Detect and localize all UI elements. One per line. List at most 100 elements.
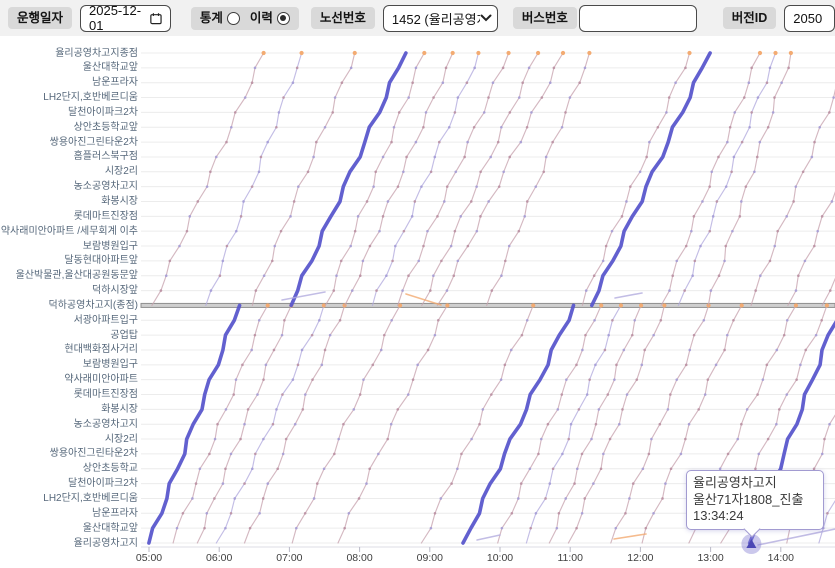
stop-event-dot [329, 334, 332, 337]
stop-event-dot [792, 200, 795, 203]
stop-event-dot [206, 185, 209, 188]
stop-event-dot [487, 96, 490, 99]
stop-event-dot [736, 438, 739, 441]
stop-event-dot [255, 289, 258, 292]
stop-event-dot [273, 349, 276, 352]
trip-line[interactable] [437, 53, 563, 305]
stop-event-dot [609, 438, 612, 441]
trip-end-dot [599, 303, 603, 307]
trip-line[interactable] [708, 53, 791, 305]
toolbar: 운행일자 2025-12-01 통계 이력 노선번호 1452 (율리공영차고지… [0, 0, 835, 36]
stop-event-dot [266, 141, 269, 144]
trip-line-selected-bus[interactable] [291, 53, 406, 305]
stop-event-dot [510, 349, 513, 352]
stop-event-dot [282, 453, 285, 456]
stop-event-dot [383, 334, 386, 337]
stop-event-dot [263, 274, 266, 277]
stop-event-dot [693, 215, 696, 218]
stop-event-dot [479, 215, 482, 218]
stop-event-dot [576, 467, 579, 470]
stop-event-dot [266, 482, 269, 485]
stop-event-dot [304, 512, 307, 515]
trip-end-dot [789, 51, 793, 55]
trip-line[interactable] [345, 53, 453, 305]
stop-event-dot [475, 185, 478, 188]
stop-event-dot [592, 482, 595, 485]
stop-event-dot [732, 319, 735, 322]
stop-event-dot [811, 156, 814, 159]
stop-event-dot [232, 393, 235, 396]
stop-event-dot [460, 453, 463, 456]
stop-event-dot [479, 170, 482, 173]
stop-event-dot [626, 393, 629, 396]
stop-event-dot [230, 453, 233, 456]
stop-event-dot [724, 245, 727, 248]
trip-line[interactable] [822, 53, 835, 305]
stop-event-dot [570, 423, 573, 426]
stop-label: 시장2리 [105, 166, 138, 177]
stop-event-dot [595, 423, 598, 426]
stop-event-dot [541, 96, 544, 99]
trip-line[interactable] [487, 53, 590, 305]
stop-event-dot [318, 319, 321, 322]
trip-line[interactable] [422, 53, 538, 305]
stop-event-dot [368, 467, 371, 470]
stop-event-dot [690, 230, 693, 233]
trip-line[interactable] [152, 53, 264, 305]
stop-event-dot [454, 170, 457, 173]
stop-event-dot [787, 67, 790, 70]
stop-event-dot [802, 170, 805, 173]
trip-line[interactable] [751, 53, 835, 305]
stop-event-dot [775, 423, 778, 426]
operation-date-input[interactable]: 2025-12-01 [80, 5, 171, 32]
bus-number-input[interactable] [588, 11, 688, 26]
version-id-input[interactable] [793, 11, 826, 26]
stop-event-dot [730, 170, 733, 173]
trip-line[interactable] [325, 53, 424, 305]
trip-line-selected-bus[interactable] [592, 53, 710, 305]
history-radio[interactable] [277, 12, 290, 25]
stop-event-dot [598, 408, 601, 411]
stop-event-dot [331, 111, 334, 114]
stop-event-dot [767, 126, 770, 129]
stop-event-dot [430, 527, 433, 530]
stop-event-dot [369, 245, 372, 248]
route-select[interactable]: 1452 (율리공영차고지 [383, 5, 498, 32]
calendar-icon[interactable] [150, 12, 162, 25]
stop-event-dot [160, 289, 163, 292]
trip-line[interactable] [788, 53, 835, 305]
stop-label: 울산대학교앞 [83, 523, 138, 534]
stop-event-dot [504, 260, 507, 263]
stop-event-dot [648, 453, 651, 456]
stop-event-dot [648, 141, 651, 144]
trip-line[interactable] [206, 53, 302, 305]
stop-event-dot [731, 230, 734, 233]
stop-event-dot [521, 81, 524, 84]
stop-event-dot [430, 170, 433, 173]
stop-event-dot [664, 482, 667, 485]
stop-event-dot [593, 274, 596, 277]
stop-event-dot [254, 334, 257, 337]
stop-event-dot [625, 200, 628, 203]
stop-event-dot [434, 156, 437, 159]
stop-label: 현대백화점사거리 [64, 344, 138, 355]
trip-line[interactable] [398, 53, 509, 305]
stop-event-dot [748, 81, 751, 84]
stop-label: 남운프라자 [92, 77, 138, 88]
stop-event-dot [575, 527, 578, 530]
stop-event-dot [741, 141, 744, 144]
stats-radio[interactable] [227, 12, 240, 25]
trip-line[interactable] [582, 53, 689, 305]
stop-event-dot [443, 200, 446, 203]
stop-event-dot [688, 349, 691, 352]
stop-event-dot [405, 156, 408, 159]
stop-event-dot [759, 274, 762, 277]
stop-event-dot [297, 364, 300, 367]
stop-event-dot [272, 423, 275, 426]
stop-event-dot [542, 170, 545, 173]
stop-event-dot [222, 482, 225, 485]
stop-event-dot [726, 141, 729, 144]
stop-event-dot [341, 81, 344, 84]
stop-event-dot [334, 96, 337, 99]
trip-line[interactable] [661, 53, 760, 305]
